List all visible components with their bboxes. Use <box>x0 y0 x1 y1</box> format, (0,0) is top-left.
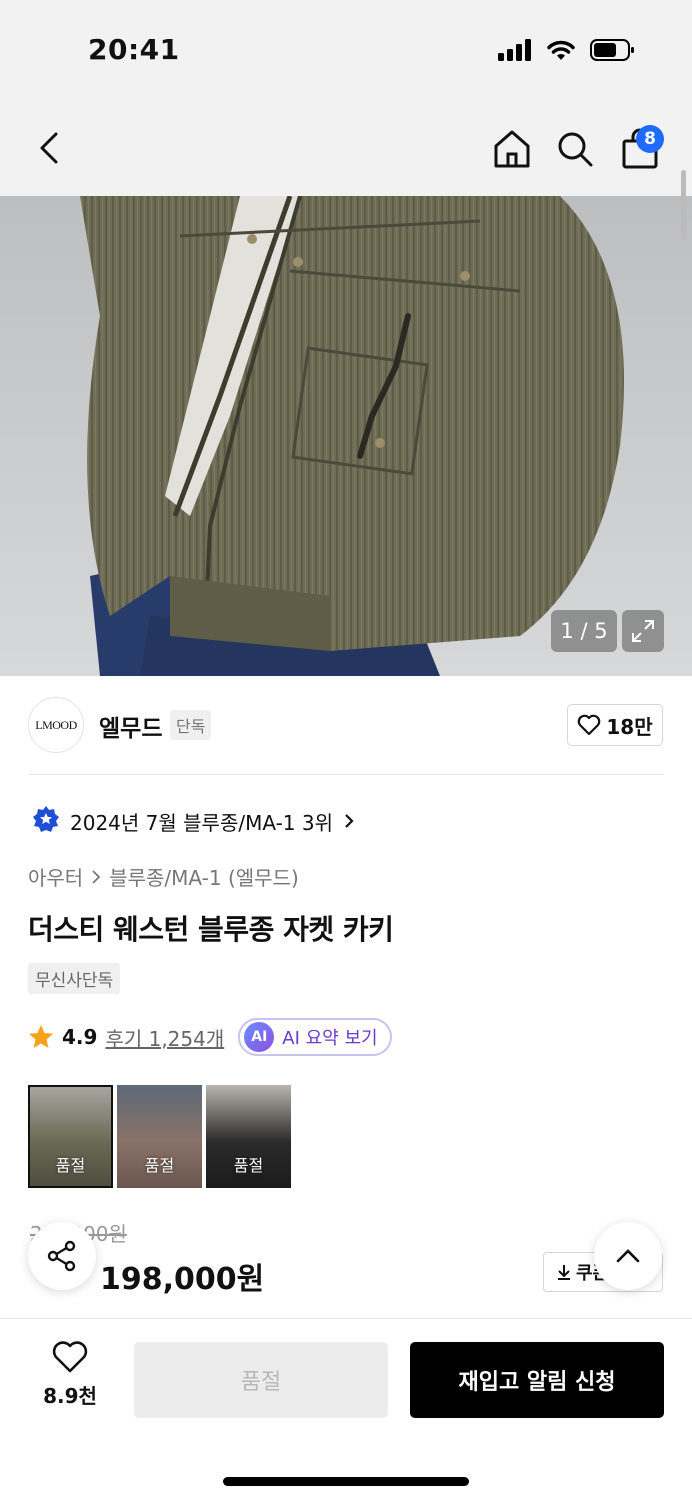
variant-soldout-label: 품절 <box>144 1156 175 1175</box>
ranking-text: 2024년 7월 블루종/MA-1 3위 <box>70 810 333 835</box>
expand-icon <box>632 620 654 642</box>
breadcrumb: 아우터 블루종/MA-1 (엘무드) <box>28 862 299 891</box>
cart-count-badge: 8 <box>636 125 664 153</box>
back-arrow-icon[interactable] <box>34 130 66 166</box>
status-time: 20:41 <box>88 33 180 66</box>
variant-thumb-black[interactable]: 품절 <box>206 1085 291 1188</box>
star-icon <box>29 1025 53 1048</box>
wishlist-count: 8.9천 <box>43 1384 97 1408</box>
variant-thumbnails: 품절 품절 품절 <box>28 1085 291 1188</box>
battery-icon <box>590 39 634 61</box>
home-indicator <box>223 1477 469 1486</box>
expand-image-button[interactable] <box>622 610 664 652</box>
brand-logo[interactable]: LMOOD <box>28 697 84 753</box>
breadcrumb-subcategory[interactable]: 블루종/MA-1 (엘무드) <box>109 862 299 891</box>
sale-price: 198,000원 <box>100 1262 265 1297</box>
brand-exclusive-tag: 단독 <box>170 710 212 740</box>
status-bar: 20:41 <box>0 0 692 100</box>
variant-thumb-khaki[interactable]: 품절 <box>28 1085 113 1188</box>
search-icon[interactable] <box>556 130 594 168</box>
review-count-link[interactable]: 후기 1,254개 <box>105 1023 224 1052</box>
wifi-icon <box>547 40 575 60</box>
ranking-medal-icon <box>33 806 59 832</box>
image-counter: 1 / 5 <box>551 610 617 652</box>
heart-icon <box>52 1341 88 1373</box>
divider <box>28 774 664 775</box>
rating-value: 4.9 <box>62 1025 98 1049</box>
variant-soldout-label: 품절 <box>55 1156 86 1175</box>
status-icons <box>498 38 636 62</box>
variant-soldout-label: 품절 <box>233 1156 264 1175</box>
share-button[interactable] <box>28 1222 96 1290</box>
scroll-to-top-button[interactable] <box>594 1222 662 1290</box>
signal-icon <box>498 39 531 61</box>
restock-alert-button[interactable]: 재입고 알림 신청 <box>410 1342 664 1418</box>
ai-summary-button[interactable]: AI AI 요약 보기 <box>238 1018 392 1056</box>
exclusive-badge: 무신사단독 <box>28 963 121 994</box>
jacket-photo <box>80 196 624 676</box>
ai-summary-label: AI 요약 보기 <box>282 1028 378 1049</box>
share-icon <box>47 1240 76 1272</box>
soldout-button: 품절 <box>134 1342 388 1418</box>
product-title: 더스티 웨스턴 블루종 자켓 카키 <box>28 913 394 946</box>
ai-icon: AI <box>244 1022 275 1052</box>
wishlist-button[interactable]: 8.9천 <box>30 1340 110 1409</box>
product-image[interactable] <box>0 196 692 676</box>
chevron-right-icon <box>92 869 101 884</box>
variant-thumb-brown[interactable]: 품절 <box>117 1085 202 1188</box>
chevron-up-icon <box>616 1249 640 1263</box>
top-nav <box>0 100 692 196</box>
chevron-right-icon <box>345 814 354 828</box>
breadcrumb-category[interactable]: 아우터 <box>28 862 83 891</box>
heart-icon <box>578 714 601 736</box>
home-icon[interactable] <box>492 128 532 170</box>
scroll-indicator <box>681 170 686 240</box>
rating-row: 4.9 후기 1,254개 AI AI 요약 보기 <box>28 1018 392 1056</box>
ranking-link[interactable]: 2024년 7월 블루종/MA-1 3위 <box>32 805 355 837</box>
brand-like-count: 18만 <box>606 714 653 739</box>
brand-name[interactable]: 엘무드 <box>99 709 162 743</box>
download-icon <box>558 1265 570 1280</box>
brand-like-button[interactable]: 18만 <box>567 704 663 746</box>
